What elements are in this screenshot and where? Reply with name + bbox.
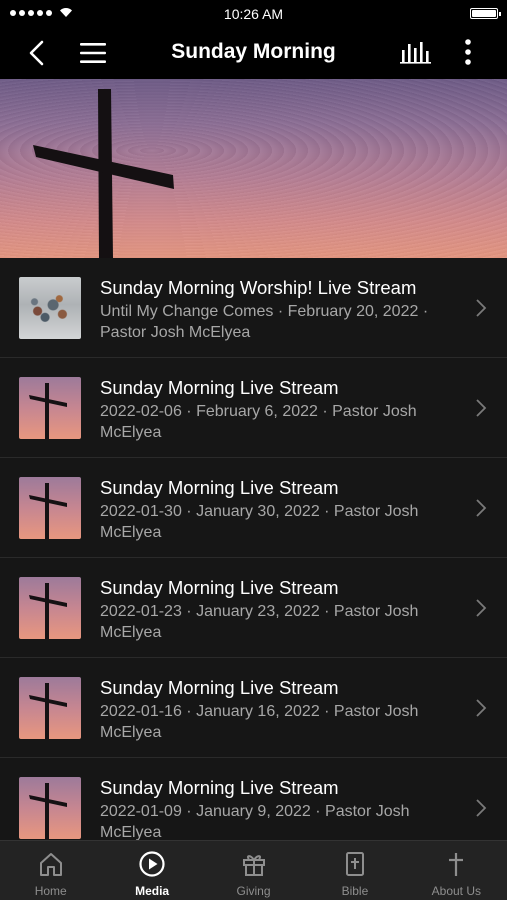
home-icon [39, 853, 62, 876]
item-title: Sunday Morning Live Stream [100, 577, 339, 598]
media-list: Sunday Morning Worship! Live Stream Unti… [0, 258, 507, 840]
item-subtitle: 2022-01-23 · January 23, 2022 · Pastor J… [100, 603, 419, 641]
thumbnail-image [19, 277, 81, 339]
tab-giving[interactable]: Giving [203, 841, 304, 900]
status-bar: 10:26 AM [0, 0, 507, 26]
tab-media[interactable]: Media [101, 841, 202, 900]
chevron-right-icon [476, 699, 487, 717]
thumbnail-image [19, 577, 81, 639]
item-subtitle: 2022-02-06 · February 6, 2022 · Pastor J… [100, 403, 417, 441]
item-subtitle: 2022-01-30 · January 30, 2022 · Pastor J… [100, 503, 419, 541]
chevron-right-icon [476, 599, 487, 617]
gift-icon [242, 855, 265, 876]
tab-bar: Home Media Giving Bible About Us [0, 840, 507, 900]
item-subtitle: 2022-01-16 · January 16, 2022 · Pastor J… [100, 703, 419, 741]
more-vertical-icon[interactable] [455, 36, 481, 70]
tab-bible[interactable]: Bible [304, 841, 405, 900]
hero-banner-image [0, 79, 507, 258]
nav-bar: Sunday Morning [0, 26, 507, 79]
list-item[interactable]: Sunday Morning Live Stream 2022-01-16 · … [0, 658, 507, 758]
list-item[interactable]: Sunday Morning Live Stream 2022-01-23 · … [0, 558, 507, 658]
cross-icon [449, 853, 464, 876]
tab-label: About Us [431, 884, 481, 898]
item-subtitle: 2022-01-09 · January 9, 2022 · Pastor Jo… [100, 803, 410, 840]
chevron-right-icon [476, 499, 487, 517]
list-item[interactable]: Sunday Morning Live Stream 2022-01-09 · … [0, 758, 507, 840]
tab-label: Bible [341, 884, 369, 898]
item-subtitle: Until My Change Comes · February 20, 202… [100, 303, 429, 341]
audio-bars-icon[interactable] [396, 38, 436, 68]
status-time: 10:26 AM [223, 6, 284, 22]
list-item[interactable]: Sunday Morning Live Stream 2022-01-30 · … [0, 458, 507, 558]
tab-label: Giving [236, 884, 271, 898]
cross-silhouette [33, 89, 174, 258]
tab-label: Media [135, 884, 170, 898]
thumbnail-image [19, 677, 81, 739]
bible-icon [345, 852, 364, 876]
chevron-right-icon [476, 299, 487, 317]
item-title: Sunday Morning Live Stream [100, 677, 339, 698]
battery-icon [470, 8, 501, 19]
thumbnail-image [19, 377, 81, 439]
chevron-right-icon [476, 399, 487, 417]
play-circle-icon [139, 851, 165, 877]
item-title: Sunday Morning Worship! Live Stream [100, 277, 417, 298]
list-item[interactable]: Sunday Morning Worship! Live Stream Unti… [0, 258, 507, 358]
chevron-right-icon [476, 799, 487, 817]
item-title: Sunday Morning Live Stream [100, 377, 339, 398]
list-item[interactable]: Sunday Morning Live Stream 2022-02-06 · … [0, 358, 507, 458]
tab-label: Home [34, 884, 67, 898]
item-title: Sunday Morning Live Stream [100, 477, 339, 498]
item-title: Sunday Morning Live Stream [100, 777, 339, 798]
thumbnail-image [19, 777, 81, 839]
tab-about-us[interactable]: About Us [406, 841, 507, 900]
thumbnail-image [19, 477, 81, 539]
tab-home[interactable]: Home [0, 841, 101, 900]
